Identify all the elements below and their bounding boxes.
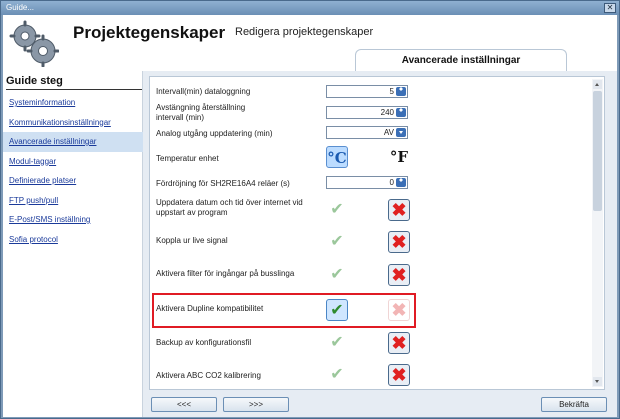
backup-yes-button[interactable]: ✔	[326, 332, 348, 354]
confirm-button[interactable]: Bekräfta	[541, 397, 607, 412]
co2-label: Aktivera ABC CO2 kalibrering	[156, 371, 261, 380]
next-button[interactable]: >>>	[223, 397, 289, 412]
update-time-no-button[interactable]: ✖	[388, 199, 410, 221]
filter-label: Aktivera filter för ingångar på bussling…	[156, 269, 295, 278]
reset-stepper[interactable]: 240	[326, 106, 408, 119]
sidebar-item-ftp[interactable]: FTP push/pull	[3, 191, 143, 211]
page-subtitle: Redigera projektegenskaper	[235, 26, 374, 38]
sidebar-item-communication[interactable]: Kommunikationsinställningar	[3, 113, 143, 133]
dupline-label: Aktivera Dupline kompatibilitet	[156, 304, 264, 313]
sidebar-divider	[6, 89, 142, 90]
backup-label: Backup av konfigurationsfil	[156, 338, 252, 347]
filter-no-button[interactable]: ✖	[388, 264, 410, 286]
sidebar-item-advanced[interactable]: Avancerade inställningar	[3, 132, 143, 152]
delay-value: 0	[389, 178, 394, 187]
analog-select[interactable]: AV	[326, 126, 408, 139]
reset-label: Avstängning återställning intervall (min…	[156, 103, 246, 122]
sidebar-item-module-tags[interactable]: Modul-taggar	[3, 152, 143, 172]
co2-yes-button[interactable]: ✔	[326, 364, 348, 386]
header: Projektegenskaper Redigera projektegensk…	[3, 15, 617, 71]
sidebar-item-sofia[interactable]: Sofia protocol	[3, 230, 143, 250]
delay-label: Fördröjning för SH2RE16A4 reläer (s)	[156, 179, 290, 188]
analog-value: AV	[383, 128, 394, 137]
vertical-scrollbar[interactable]	[592, 79, 603, 387]
sidebar-item-defined-places[interactable]: Definierade platser	[3, 171, 143, 191]
analog-label: Analog utgång uppdatering (min)	[156, 129, 273, 138]
live-signal-label: Koppla ur live signal	[156, 236, 228, 245]
scroll-up-icon[interactable]	[593, 80, 602, 89]
title-bar: Guide... ✕	[1, 1, 619, 15]
celsius-button[interactable]: °C	[326, 146, 348, 168]
tab-advanced-settings[interactable]: Avancerade inställningar	[355, 49, 567, 71]
settings-panel: Intervall(min) dataloggning 5 Avstängnin…	[149, 76, 605, 390]
main-content: Intervall(min) dataloggning 5 Avstängnin…	[143, 71, 617, 417]
back-button[interactable]: <<<	[151, 397, 217, 412]
update-time-yes-button[interactable]: ✔	[326, 199, 348, 221]
live-signal-yes-button[interactable]: ✔	[326, 231, 348, 253]
sidebar-title: Guide steg	[6, 75, 63, 87]
co2-no-button[interactable]: ✖	[388, 364, 410, 386]
stepper-arrows-icon[interactable]	[396, 178, 406, 187]
window-title: Guide...	[6, 3, 35, 12]
stepper-arrows-icon[interactable]	[396, 108, 406, 117]
dupline-yes-button[interactable]: ✔	[326, 299, 348, 321]
interval-stepper[interactable]: 5	[326, 85, 408, 98]
guide-steps-sidebar: Guide steg Systeminformation Kommunikati…	[3, 71, 143, 417]
interval-label: Intervall(min) dataloggning	[156, 87, 251, 96]
sidebar-item-email-sms[interactable]: E-Post/SMS inställning	[3, 210, 143, 230]
gears-icon	[9, 20, 59, 67]
delay-stepper[interactable]: 0	[326, 176, 408, 189]
dupline-no-button[interactable]: ✖	[388, 299, 410, 321]
filter-yes-button[interactable]: ✔	[326, 264, 348, 286]
scroll-down-icon[interactable]	[593, 377, 602, 386]
chevron-down-icon[interactable]	[396, 128, 406, 137]
stepper-arrows-icon[interactable]	[396, 87, 406, 96]
scroll-thumb[interactable]	[593, 91, 602, 211]
reset-value: 240	[380, 108, 394, 117]
sidebar-item-systeminformation[interactable]: Systeminformation	[3, 93, 143, 113]
backup-no-button[interactable]: ✖	[388, 332, 410, 354]
update-time-label: Uppdatera datum och tid över internet vi…	[156, 198, 303, 217]
page-title: Projektegenskaper	[73, 23, 226, 42]
interval-value: 5	[389, 87, 394, 96]
live-signal-no-button[interactable]: ✖	[388, 231, 410, 253]
guide-window: Guide... ✕ Projektegenskaper Redigera pr…	[0, 0, 620, 419]
fahrenheit-button[interactable]: °F	[388, 146, 410, 168]
temp-label: Temperatur enhet	[156, 154, 219, 163]
close-button[interactable]: ✕	[604, 3, 616, 13]
